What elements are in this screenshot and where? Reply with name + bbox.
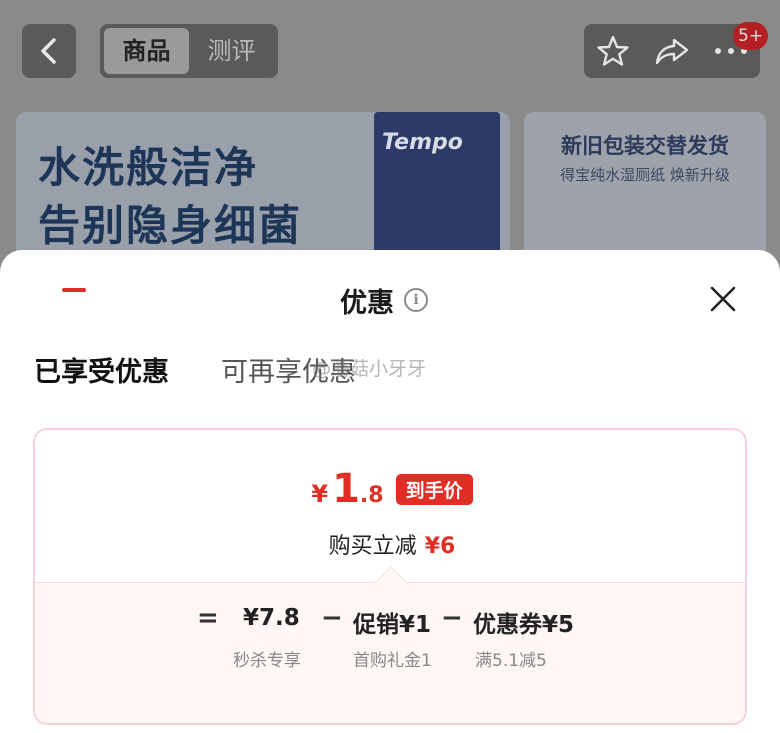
promo-discount: 促销¥1	[353, 612, 432, 638]
tab-product[interactable]: 商品	[104, 28, 189, 74]
notification-badge: 5+	[733, 22, 769, 50]
star-icon	[597, 35, 630, 66]
share-icon	[655, 38, 689, 65]
discount-tabs: 已享受优惠 可再享优惠	[34, 350, 356, 394]
favorite-button[interactable]	[593, 31, 633, 71]
minus-sign: −	[321, 603, 343, 633]
original-price-label: 秒杀专享	[233, 651, 301, 671]
banner-subheadline: 告别隐身细菌	[38, 201, 303, 250]
notice-subtitle: 得宝纯水湿厕纸 焕新升级	[560, 166, 730, 184]
breakdown-pointer	[375, 566, 407, 598]
brand-logo: Tempo	[382, 130, 463, 155]
top-bar: 商品 测评 5+	[0, 0, 780, 100]
close-icon[interactable]	[706, 282, 740, 316]
minus-sign: −	[441, 603, 463, 633]
active-tab-indicator	[62, 288, 86, 292]
banner-headline: 水洗般洁净	[38, 143, 259, 192]
promo-banner[interactable]: 水洗般洁净 告别隐身细菌 Tempo	[16, 112, 510, 272]
original-price: ¥7.8	[243, 605, 300, 631]
coupon-discount: 优惠券¥5	[473, 612, 575, 638]
watermark: @蘑菇小牙牙	[312, 358, 427, 380]
promo-discount-label: 首购礼金1	[353, 651, 432, 671]
equals-sign: =	[197, 603, 219, 633]
final-price-tag: 到手价	[395, 473, 473, 505]
share-button[interactable]	[652, 31, 692, 71]
final-price-row: ¥ 1 .8 到手价	[35, 466, 745, 512]
price-breakdown: = ¥7.8 秒杀专享 − 促销¥1 首购礼金1 − 优惠券¥5 满5.1减5	[35, 566, 745, 723]
sheet-header: 优惠 i	[340, 282, 428, 319]
currency-symbol: ¥	[311, 480, 329, 508]
packaging-notice-banner[interactable]: 新旧包装交替发货 得宝纯水湿厕纸 焕新升级	[524, 112, 766, 272]
final-price: ¥ 1 .8	[311, 466, 383, 512]
price-card: ¥ 1 .8 到手价 购买立减 ¥6 = ¥7.8 秒杀专享 − 促销¥1 首购礼…	[33, 428, 747, 725]
tab-applied-discounts[interactable]: 已享受优惠	[34, 350, 169, 394]
notice-title: 新旧包装交替发货	[561, 134, 729, 158]
back-button[interactable]	[22, 24, 76, 78]
price-integer: 1	[332, 466, 360, 512]
tab-review[interactable]: 测评	[189, 28, 274, 74]
segment-control: 商品 测评	[100, 24, 278, 78]
coupon-discount-label: 满5.1减5	[475, 651, 547, 671]
info-icon[interactable]: i	[404, 288, 428, 312]
sheet-title: 优惠	[340, 287, 394, 319]
instant-discount-row: 购买立减 ¥6	[35, 528, 745, 560]
discount-sheet: 优惠 i 已享受优惠 可再享优惠 @蘑菇小牙牙 ¥ 1 .8 到手价 购买立减 ¥…	[0, 250, 780, 733]
instant-discount-amount: ¥6	[424, 534, 456, 559]
instant-discount-label: 购买立减	[328, 534, 417, 559]
price-decimal: .8	[359, 483, 384, 508]
chevron-left-icon	[41, 38, 56, 64]
